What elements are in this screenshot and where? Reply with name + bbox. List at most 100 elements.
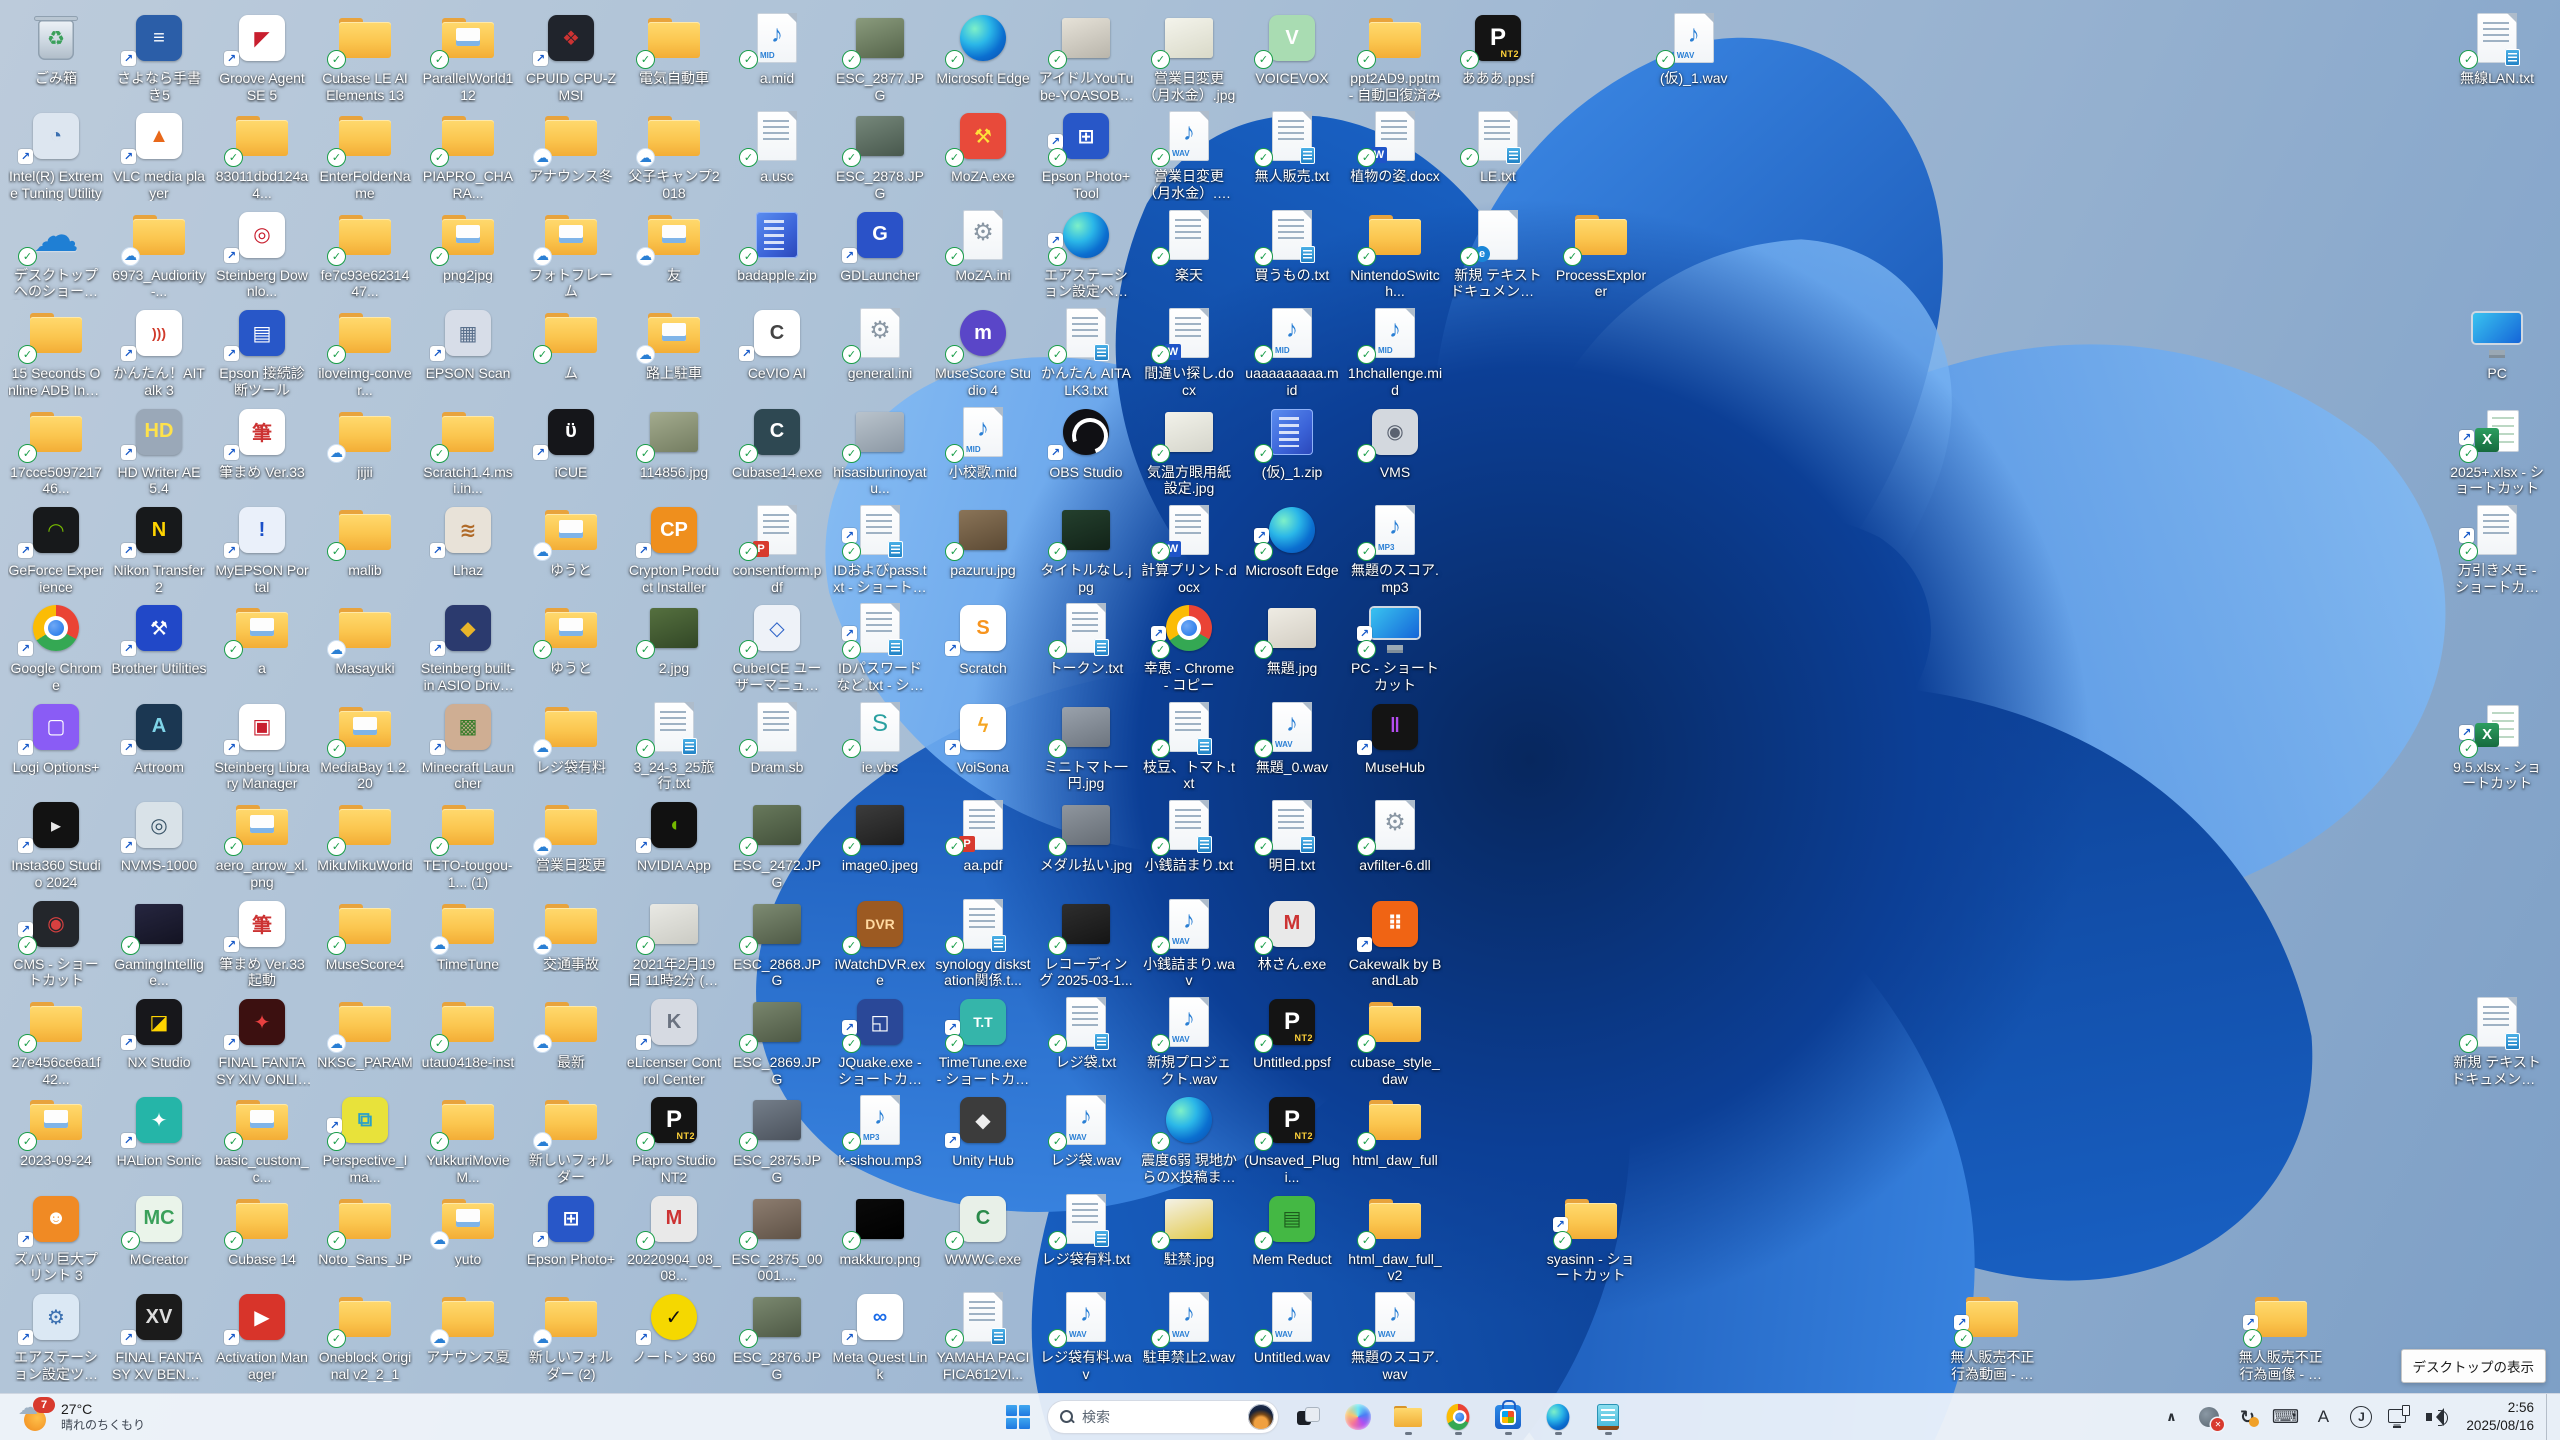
desktop-icon[interactable]: ☁ アナウンス夏 <box>420 1291 516 1366</box>
desktop-icon[interactable]: ⚒ ↗ Brother Utilities <box>111 602 207 677</box>
desktop-icon[interactable]: Ρ NT2 ✓ (Unsaved_Plugi... <box>1244 1094 1340 1185</box>
desktop-icon[interactable]: ♪ MP3 ✓ 無題のスコア.mp3 <box>1347 504 1443 595</box>
desktop-icon[interactable]: ❖ ↗ CPUID CPU-Z MSI <box>523 12 619 103</box>
desktop-icon[interactable]: ✓ ↗ PC - ショートカット <box>1347 602 1443 693</box>
desktop-icon[interactable]: ∞ ↗ Meta Quest Link <box>832 1291 928 1382</box>
desktop-icon[interactable]: V ✓ VOICEVOX <box>1244 12 1340 87</box>
desktop-icon[interactable]: ◤ ↗ Groove Agent SE 5 <box>214 12 310 103</box>
start-button[interactable] <box>998 1397 1038 1437</box>
desktop-icon[interactable]: ◎ ↗ NVMS-1000 <box>111 799 207 874</box>
desktop-icon[interactable]: ☻ ↗ ズバリ巨大プリント 3 <box>8 1193 104 1284</box>
desktop-icon[interactable]: ✓ 小銭詰まり.txt <box>1141 799 1237 874</box>
desktop-icon[interactable]: C ✓ WWWC.exe <box>935 1193 1031 1268</box>
desktop-icon[interactable]: ✓ 駐禁.jpg <box>1141 1193 1237 1268</box>
desktop-icon[interactable]: ♪WAV✓営業日変更（月水金）.wav <box>1141 110 1237 201</box>
desktop-icon[interactable]: ▤ ✓ Mem Reduct <box>1244 1193 1340 1268</box>
desktop-icon[interactable]: ✓ ESC_2472.JPG <box>729 799 825 890</box>
desktop-icon[interactable]: ♪ WAV ✓ レジ袋.wav <box>1038 1094 1134 1169</box>
desktop-icon[interactable]: ✓ ム <box>523 307 619 382</box>
edge-button[interactable] <box>1538 1397 1578 1437</box>
desktop-icon[interactable]: ⠿ ↗ Cakewalk by BandLab <box>1347 898 1443 989</box>
desktop-icon[interactable]: CP ↗ Crypton Product Installer <box>626 504 722 595</box>
desktop-icon[interactable]: ⧉ ✓ ↗ Perspective_Ima... <box>317 1094 413 1185</box>
desktop-icon[interactable]: ☁ レジ袋有料 <box>523 701 619 776</box>
desktop-icon[interactable]: ✓ LE.txt <box>1450 110 1546 185</box>
desktop-icon[interactable]: ◆↗Steinberg built-in ASIO Driver 1.0.9 <box>420 602 516 693</box>
desktop-icon[interactable]: G ↗ GDLauncher <box>832 209 928 284</box>
desktop-icon[interactable]: ✓ makkuro.png <box>832 1193 928 1268</box>
desktop-icon[interactable]: e✓新規 テキスト ドキュメント.html <box>1450 209 1546 300</box>
desktop-icon[interactable]: ! ↗ MyEPSON Portal <box>214 504 310 595</box>
desktop-icon[interactable]: ✓ Oneblock Original v2_2_1 <box>317 1291 413 1382</box>
desktop-icon[interactable]: ✓ 気温方眼用紙設定.jpg <box>1141 406 1237 497</box>
desktop-icon[interactable]: ✓ ESC_2875_00001.... <box>729 1193 825 1284</box>
desktop-icon[interactable]: ✓ Microsoft Edge <box>935 12 1031 87</box>
desktop-icon[interactable]: P ✓ consentform.pdf <box>729 504 825 595</box>
desktop-icon[interactable]: ✓ ↗ ノートン 360 <box>626 1291 722 1366</box>
desktop-icon[interactable]: ✓ ParallelWorld112 <box>420 12 516 103</box>
desktop-icon[interactable]: ✓ タイトルなし.jpg <box>1038 504 1134 595</box>
desktop-icon[interactable]: ✓ html_daw_full <box>1347 1094 1443 1169</box>
desktop-icon[interactable]: ✓ ESC_2878.JPG <box>832 110 928 201</box>
desktop-icon[interactable]: ✓ synology diskstation関係.t... <box>935 898 1031 989</box>
desktop-icon[interactable]: ☁ Masayuki <box>317 602 413 677</box>
desktop-icon[interactable]: ▣ ↗ Steinberg Library Manager <box>214 701 310 792</box>
microsoft-store-button[interactable] <box>1488 1397 1528 1437</box>
desktop-icon[interactable]: DVR ✓ iWatchDVR.exe <box>832 898 928 989</box>
update-pending-tray-icon[interactable]: ↻ <box>2230 1399 2264 1435</box>
desktop-icon[interactable]: P ✓ aa.pdf <box>935 799 1031 874</box>
search-box[interactable]: 検索 <box>1048 1401 1278 1433</box>
desktop-icon[interactable]: C ↗ CeVIO AI <box>729 307 825 382</box>
desktop-icon[interactable]: ‖ ↗ MuseHub <box>1347 701 1443 776</box>
desktop-icon[interactable]: ◉ ✓ ↗ CMS - ショートカット <box>8 898 104 989</box>
desktop-icon[interactable]: ✓ png2jpg <box>420 209 516 284</box>
desktop-icon[interactable]: ✓ 114856.jpg <box>626 406 722 481</box>
desktop-icon[interactable]: PC <box>2449 307 2545 382</box>
desktop-icon[interactable]: ⚒ ✓ MoZA.exe <box>935 110 1031 185</box>
desktop-icon[interactable]: ✓ basic_custom_c... <box>214 1094 310 1185</box>
desktop-icon[interactable]: ✓ ESC_2877.JPG <box>832 12 928 103</box>
desktop-icon[interactable]: ✓ 営業日変更（月水金）.jpg <box>1141 12 1237 103</box>
desktop-icon[interactable]: 筆 ↗ 筆まめ Ver.33起動 <box>214 898 310 989</box>
desktop-icon[interactable]: ✓ a.usc <box>729 110 825 185</box>
desktop-icon[interactable]: ✓ badapple.zip <box>729 209 825 284</box>
desktop-icon[interactable]: ✦ ↗ HALion Sonic <box>111 1094 207 1169</box>
desktop-icon[interactable]: ✓ ↗ syasinn - ショートカット <box>1543 1193 1639 1284</box>
desktop-icon[interactable]: ✓ 17cce509721746... <box>8 406 104 497</box>
desktop-icon[interactable]: ◪ ↗ NX Studio <box>111 996 207 1071</box>
desktop-icon[interactable]: ♪ WAV ✓ 新規プロジェクト.wav <box>1141 996 1237 1087</box>
desktop-icon[interactable]: ✓↗ エアステーション設定ページ <box>1038 209 1134 300</box>
desktop-icon[interactable]: ✓ utau0418e-inst <box>420 996 516 1071</box>
desktop-icon[interactable]: A ↗ Artroom <box>111 701 207 776</box>
desktop-icon[interactable]: ✓ 無線LAN.txt <box>2449 12 2545 87</box>
desktop-icon[interactable]: ♪ WAV ✓ (仮)_1.wav <box>1646 12 1742 87</box>
desktop-icon[interactable]: ✓ a <box>214 602 310 677</box>
desktop-icon[interactable]: ☁ 営業日変更 <box>523 799 619 874</box>
ime-J-circle-icon[interactable]: J <box>2344 1399 2378 1435</box>
sync-error-tray-icon[interactable] <box>2192 1399 2226 1435</box>
desktop-icon[interactable]: ✓ Dram.sb <box>729 701 825 776</box>
desktop-icon[interactable]: ◖ ↗ NVIDIA App <box>626 799 722 874</box>
desktop-icon[interactable]: ✓ 27e456ce6a1f42... <box>8 996 104 1087</box>
volume-icon[interactable] <box>2420 1399 2454 1435</box>
desktop-icon[interactable]: Ρ NT2 ✓ あああ.ppsf <box>1450 12 1546 87</box>
desktop-icon[interactable]: ✓ NintendoSwitch... <box>1347 209 1443 300</box>
desktop-icon[interactable]: ✓ fe7c93e6231447... <box>317 209 413 300</box>
desktop-icon[interactable]: ϋ ↗ iCUE <box>523 406 619 481</box>
desktop-icon[interactable]: ♪ WAV ✓ レジ袋有料.wav <box>1038 1291 1134 1382</box>
desktop-icon[interactable]: ✓ 2.jpg <box>626 602 722 677</box>
desktop-icon[interactable]: ☁ 路上駐車 <box>626 307 722 382</box>
desktop-icon[interactable]: ✓↗ IDおよびpass.txt - ショートカット <box>832 504 928 595</box>
desktop-icon[interactable]: ✓ TETO-tougou-1... (1) <box>420 799 516 890</box>
desktop-icon[interactable]: ✓ Noto_Sans_JP <box>317 1193 413 1268</box>
desktop-icon[interactable]: X ✓ ↗ 9.5.xlsx - ショートカット <box>2449 701 2545 792</box>
desktop-icon[interactable]: ♪ WAV ✓ 無題_0.wav <box>1244 701 1340 776</box>
desktop-icon[interactable]: K ↗ eLicenser Control Center <box>626 996 722 1087</box>
desktop-icon[interactable]: ✓ cubase_style_daw <box>1347 996 1443 1087</box>
desktop-icon[interactable]: ▢ ↗ Logi Options+ <box>8 701 104 776</box>
desktop-icon[interactable]: ⊞ ↗ Epson Photo+ <box>523 1193 619 1268</box>
desktop-icon[interactable]: MC ✓ MCreator <box>111 1193 207 1268</box>
desktop-icon[interactable]: ✓ ESC_2868.JPG <box>729 898 825 989</box>
desktop-icon[interactable]: ✓ ゆうと <box>523 602 619 677</box>
desktop-icon[interactable]: ✦↗FINAL FANTASY XIV ONLINE <box>214 996 310 1087</box>
